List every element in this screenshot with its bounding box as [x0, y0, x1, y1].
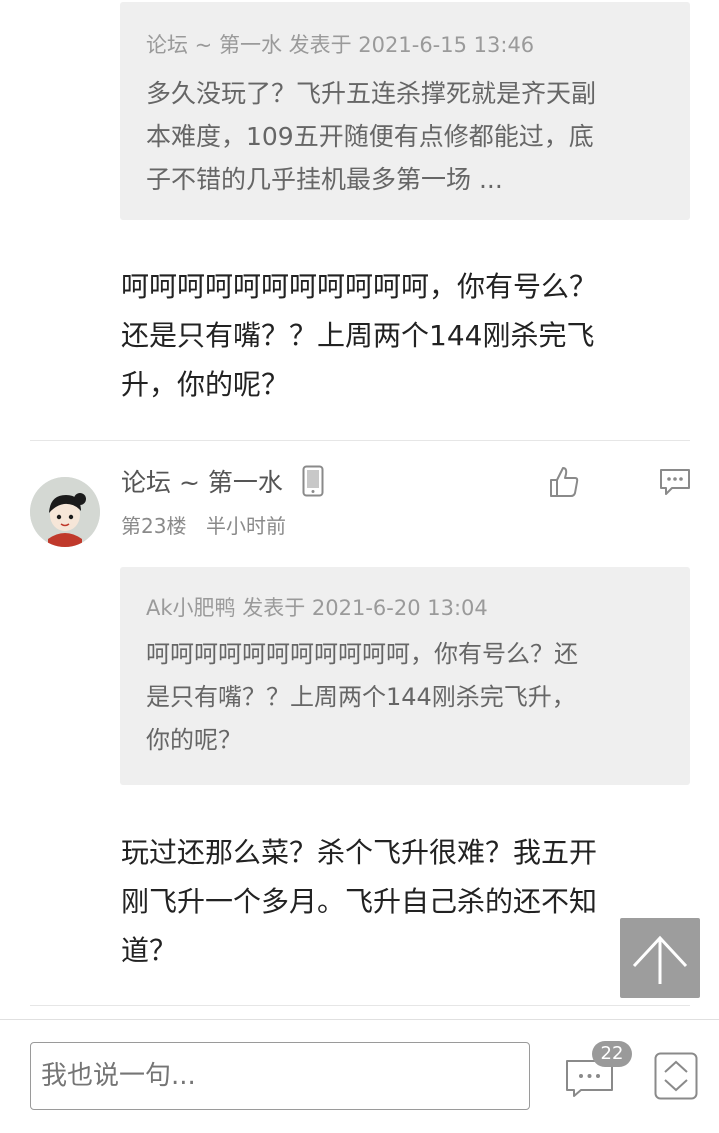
reply-line: 呵呵呵呵呵呵呵呵呵呵呵，你有号么？ [121, 270, 598, 303]
quote-line: 你的呢？ [146, 726, 242, 754]
quote-line: 呵呵呵呵呵呵呵呵呵呵呵，你有号么？还 [146, 640, 578, 668]
quote-line: 子不错的几乎挂机最多第一场 ... [146, 165, 503, 194]
comment-count-badge: 22 [592, 1041, 632, 1067]
quote-meta: Ak小肥鸭 发表于 2021-6-20 13:04 [146, 596, 488, 620]
quote-block: 论坛 ~ 第一水 发表于 2021-6-15 13:46 多久没玩了？飞升五连杀… [120, 2, 690, 220]
reply-line: 升，你的呢？ [121, 368, 290, 401]
post-divider [30, 440, 690, 441]
quote-line: 是只有嘴？？上周两个144刚杀完飞升， [146, 683, 576, 711]
post-divider [30, 1005, 690, 1006]
reply-input[interactable] [30, 1042, 530, 1110]
arrow-up-icon [632, 935, 688, 984]
reply-line: 刚飞升一个多月。飞升自己杀的还不知 [121, 885, 598, 918]
quote-text: 多久没玩了？飞升五连杀撑死就是齐天副 本难度，109五开随便有点修都能过，底 子… [146, 72, 664, 201]
reply-line: 道？ [121, 934, 178, 967]
page-up-down-icon[interactable] [654, 1052, 698, 1100]
bottom-reply-bar: 22 [0, 1019, 719, 1133]
comment-icon[interactable] [658, 467, 692, 497]
quote-meta: 论坛 ~ 第一水 发表于 2021-6-15 13:46 [146, 33, 535, 57]
thumbs-up-icon[interactable] [548, 465, 580, 499]
reply-body: 玩过还那么菜？杀个飞升很难？我五开 刚飞升一个多月。飞升自己杀的还不知 道？ [121, 828, 681, 975]
scroll-to-top-button[interactable] [620, 918, 700, 998]
reply-line: 还是只有嘴？？上周两个144刚杀完飞 [121, 319, 595, 352]
quote-text: 呵呵呵呵呵呵呵呵呵呵呵，你有号么？还 是只有嘴？？上周两个144刚杀完飞升， 你… [146, 633, 664, 762]
post-time: 半小时前 [206, 514, 286, 538]
quote-line: 多久没玩了？飞升五连杀撑死就是齐天副 [146, 79, 597, 108]
quote-line: 本难度，109五开随便有点修都能过，底 [146, 122, 594, 151]
quote-block: Ak小肥鸭 发表于 2021-6-20 13:04 呵呵呵呵呵呵呵呵呵呵呵，你有… [120, 567, 690, 785]
post-author[interactable]: 论坛 ~ 第一水 [121, 466, 283, 500]
avatar-cartoon-icon [30, 477, 100, 547]
mobile-phone-icon [302, 465, 324, 497]
post-floor: 第23楼 [121, 514, 187, 538]
avatar[interactable] [30, 477, 100, 547]
reply-line: 玩过还那么菜？杀个飞升很难？我五开 [121, 836, 598, 869]
reply-body: 呵呵呵呵呵呵呵呵呵呵呵，你有号么？ 还是只有嘴？？上周两个144刚杀完飞 升，你… [121, 262, 681, 409]
